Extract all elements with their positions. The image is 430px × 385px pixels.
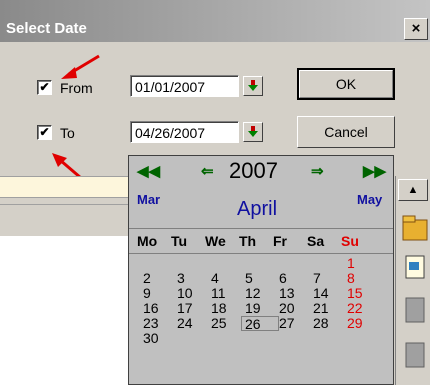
calendar-day[interactable]: 8 (347, 271, 381, 286)
calendar-day[interactable]: 9 (143, 286, 177, 301)
next-month-label[interactable]: May (357, 192, 382, 207)
calendar-day[interactable]: 23 (143, 316, 177, 331)
calendar-day[interactable]: 7 (313, 271, 347, 286)
calendar-day[interactable]: 19 (245, 301, 279, 316)
calendar-day[interactable]: 14 (313, 286, 347, 301)
calendar-day[interactable]: 4 (211, 271, 245, 286)
calendar-day[interactable]: 12 (245, 286, 279, 301)
calendar-day-empty (177, 331, 211, 346)
cancel-button[interactable]: Cancel (297, 116, 395, 148)
calendar-popup: ◀◀ ⇐ 2007 ⇒ ▶▶ Mar April May Mo Tu We Th Fr S… (128, 155, 394, 385)
to-checkbox[interactable]: ✔ (37, 125, 52, 140)
ok-button[interactable]: OK (297, 68, 395, 100)
calendar-day[interactable]: 30 (143, 331, 177, 346)
calendar-day[interactable]: 13 (279, 286, 313, 301)
calendar-day[interactable]: 6 (279, 271, 313, 286)
next-month-button[interactable]: ⇒ (311, 162, 324, 180)
next-year-button[interactable]: ▶▶ (363, 162, 386, 180)
ok-button-label: OK (299, 70, 393, 98)
calendar-week-row: 16 17 18 19 20 21 22 (129, 301, 393, 316)
calendar-day[interactable]: 1 (347, 256, 381, 271)
calendar-day[interactable]: 24 (177, 316, 211, 331)
background-content-area (0, 236, 128, 385)
document-icon[interactable] (400, 250, 430, 288)
dropdown-arrow-icon (248, 126, 258, 137)
prev-month-label[interactable]: Mar (137, 192, 160, 207)
weekday-label: Sa (307, 233, 325, 249)
prev-year-button[interactable]: ◀◀ (137, 162, 160, 180)
calendar-day[interactable]: 29 (347, 316, 381, 331)
calendar-day-empty (177, 256, 211, 271)
dialog-title: Select Date (6, 20, 87, 37)
calendar-day[interactable]: 26 (241, 316, 279, 332)
calendar-day-empty (279, 331, 313, 346)
weekday-label: We (205, 233, 226, 249)
background-panel-strip (0, 176, 128, 198)
calendar-day[interactable]: 17 (177, 301, 211, 316)
calendar-week-row: 1 (129, 256, 393, 271)
to-dropdown-button[interactable] (243, 122, 263, 142)
calendar-day[interactable]: 20 (279, 301, 313, 316)
calendar-day-empty (279, 256, 313, 271)
calendar-year: 2007 (229, 158, 278, 183)
weekday-label: Fr (273, 233, 287, 249)
tool-icon[interactable] (400, 290, 430, 328)
calendar-day[interactable]: 22 (347, 301, 381, 316)
dropdown-arrow-icon (248, 80, 258, 91)
calendar-day[interactable]: 11 (211, 286, 245, 301)
calendar-day[interactable]: 10 (177, 286, 211, 301)
weekday-label: Th (239, 233, 257, 249)
calendar-day[interactable]: 15 (347, 286, 381, 301)
weekday-label: Mo (137, 233, 158, 249)
calendar-month: April (237, 198, 278, 220)
weekday-header: Mo Tu We Th Fr Sa Su (129, 228, 393, 254)
calendar-day[interactable]: 5 (245, 271, 279, 286)
calendar-days-grid: 1 2 3 4 5 6 7 8 9 10 11 12 13 14 15 16 17 18 19 20 21 22 23 24 2… (129, 256, 393, 346)
calendar-day-empty (347, 331, 381, 346)
calendar-day[interactable]: 27 (279, 316, 313, 331)
calendar-week-row: 23 24 25 26 27 28 29 (129, 316, 393, 332)
weekday-label: Su (341, 233, 359, 249)
folder-icon[interactable] (400, 210, 430, 248)
background-panel (0, 204, 128, 237)
calendar-week-row: 2345678 (129, 271, 393, 286)
calendar-day-empty (245, 331, 279, 346)
calendar-week-row: 9 10 11 12 13 14 15 (129, 286, 393, 301)
calendar-day-empty (211, 331, 245, 346)
close-button[interactable]: × (404, 18, 428, 40)
weekday-label: Tu (171, 233, 188, 249)
prev-month-button[interactable]: ⇐ (201, 162, 214, 180)
from-label: From (60, 80, 93, 96)
calendar-day[interactable]: 16 (143, 301, 177, 316)
calendar-day[interactable]: 3 (177, 271, 211, 286)
to-date-field[interactable]: 04/26/2007 (130, 121, 239, 143)
calendar-day-empty (211, 256, 245, 271)
from-date-field[interactable]: 01/01/2007 (130, 75, 239, 97)
calendar-day-empty (313, 256, 347, 271)
to-label: To (60, 125, 75, 141)
calendar-week-row: 30 (129, 331, 393, 346)
from-dropdown-button[interactable] (243, 76, 263, 96)
annotation-arrow-icon (61, 54, 100, 79)
from-checkbox[interactable]: ✔ (37, 80, 52, 95)
calendar-day-empty (245, 256, 279, 271)
calendar-day[interactable]: 28 (313, 316, 347, 331)
calendar-day[interactable]: 18 (211, 301, 245, 316)
calendar-day[interactable]: 2 (143, 271, 177, 286)
calendar-day[interactable]: 21 (313, 301, 347, 316)
calendar-day-empty (313, 331, 347, 346)
tool-icon[interactable] (400, 335, 430, 373)
calendar-day-empty (143, 256, 177, 271)
calendar-day[interactable]: 25 (211, 316, 245, 331)
scroll-up-button[interactable]: ▲ (398, 179, 428, 201)
